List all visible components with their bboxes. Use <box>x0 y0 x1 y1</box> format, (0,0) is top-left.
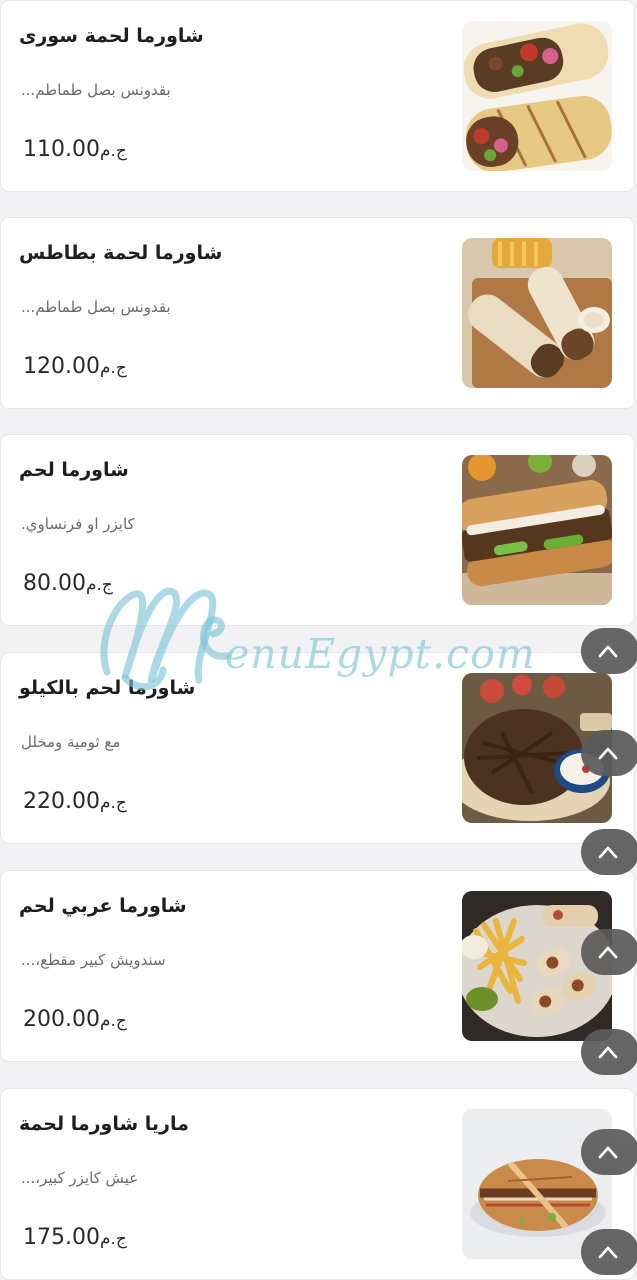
menu-item-price: 200.00ج.م <box>23 1007 127 1032</box>
menu-item-name: شاورما لحم <box>19 459 129 481</box>
price-value: 220.00 <box>23 789 100 814</box>
chevron-up-icon <box>598 1146 618 1159</box>
menu-item-card[interactable]: شاورما لحمة سورى بقدونس بصل طماطم... 110… <box>0 0 635 192</box>
menu-item-image[interactable] <box>462 455 612 605</box>
price-value: 110.00 <box>23 137 100 162</box>
currency-label: ج.م <box>99 793 127 813</box>
menu-item-image[interactable] <box>462 21 612 171</box>
menu-item-description: سندويش كبير مقطع،... <box>21 951 166 969</box>
scroll-top-button[interactable] <box>581 730 637 776</box>
chevron-up-icon <box>598 1246 618 1259</box>
menu-item-name: شاورما عربي لحم <box>19 895 187 917</box>
scroll-top-button[interactable] <box>581 929 637 975</box>
menu-item-card[interactable]: شاورما لحم كايزر او فرنساوي. 80.00ج.م <box>0 434 635 626</box>
menu-item-description: بقدونس بصل طماطم... <box>21 81 171 99</box>
menu-item-description: بقدونس بصل طماطم... <box>21 298 171 316</box>
price-value: 200.00 <box>23 1007 100 1032</box>
menu-item-card[interactable]: شاورما لحم بالكيلو مع ثومية ومخلل 220.00… <box>0 652 635 844</box>
menu-item-name: شاورما لحم بالكيلو <box>19 677 196 699</box>
chevron-up-icon <box>598 747 618 760</box>
currency-label: ج.م <box>99 1011 127 1031</box>
currency-label: ج.م <box>99 141 127 161</box>
menu-item-price: 175.00ج.م <box>23 1225 127 1250</box>
menu-item-name: شاورما لحمة بطاطس <box>19 242 223 264</box>
currency-label: ج.م <box>99 358 127 378</box>
scroll-top-button[interactable] <box>581 1129 637 1175</box>
scroll-top-button[interactable] <box>581 628 637 674</box>
menu-item-price: 80.00ج.م <box>23 571 113 596</box>
chevron-up-icon <box>598 645 618 658</box>
chevron-up-icon <box>598 1046 618 1059</box>
menu-item-card[interactable]: شاورما لحمة بطاطس بقدونس بصل طماطم... 12… <box>0 217 635 409</box>
menu-item-image[interactable] <box>462 238 612 388</box>
currency-label: ج.م <box>85 575 113 595</box>
menu-item-name: شاورما لحمة سورى <box>19 25 204 47</box>
price-value: 80.00 <box>23 571 86 596</box>
price-value: 120.00 <box>23 354 100 379</box>
scroll-top-button[interactable] <box>581 1029 637 1075</box>
price-value: 175.00 <box>23 1225 100 1250</box>
scroll-top-button[interactable] <box>581 1229 637 1275</box>
menu-item-name: ماريا شاورما لحمة <box>19 1113 189 1135</box>
menu-item-price: 110.00ج.م <box>23 137 127 162</box>
chevron-up-icon <box>598 846 618 859</box>
menu-item-price: 220.00ج.م <box>23 789 127 814</box>
menu-item-description: مع ثومية ومخلل <box>21 733 121 751</box>
menu-item-price: 120.00ج.م <box>23 354 127 379</box>
menu-item-description: كايزر او فرنساوي. <box>21 515 135 533</box>
menu-item-card[interactable]: شاورما عربي لحم سندويش كبير مقطع،... 200… <box>0 870 635 1062</box>
menu-item-card[interactable]: ماريا شاورما لحمة عيش كايزر كبير،... 175… <box>0 1088 635 1280</box>
scroll-top-button[interactable] <box>581 829 637 875</box>
chevron-up-icon <box>598 946 618 959</box>
menu-item-description: عيش كايزر كبير،... <box>21 1169 139 1187</box>
currency-label: ج.م <box>99 1229 127 1249</box>
